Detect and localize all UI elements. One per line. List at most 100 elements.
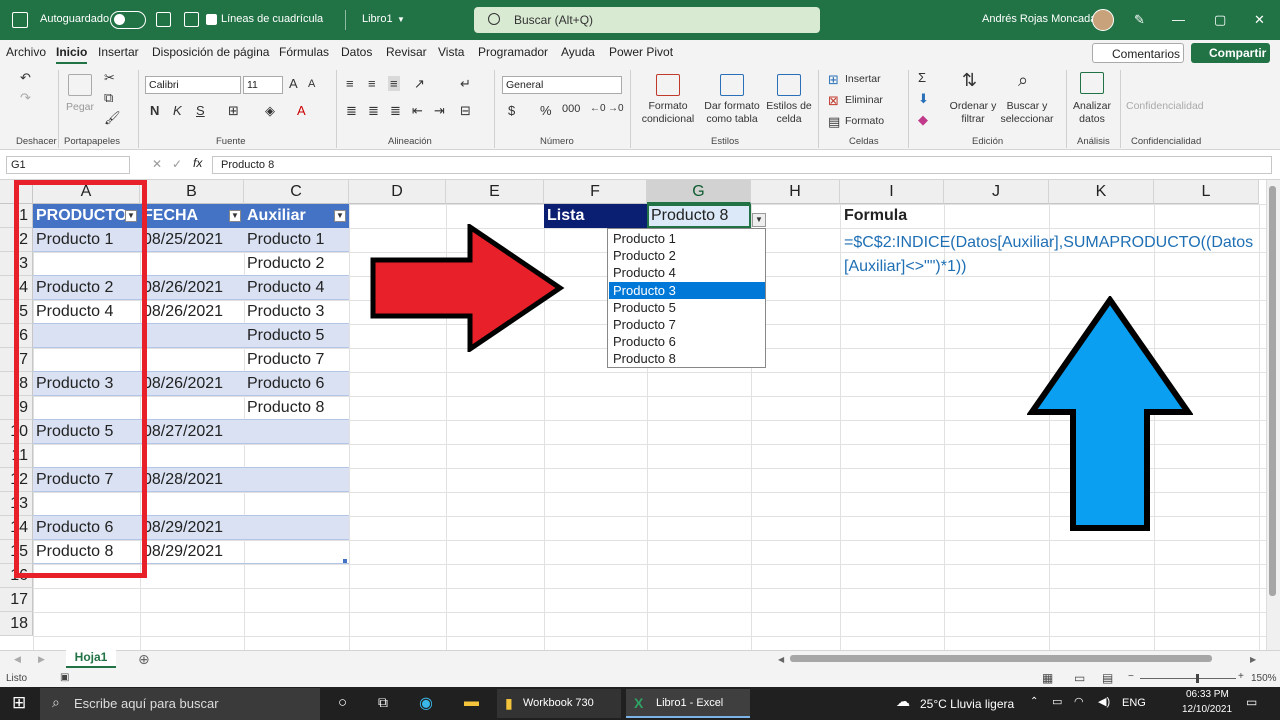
search-box[interactable]: Buscar (Alt+Q) — [474, 7, 820, 33]
indent-icon[interactable]: ⇤ — [412, 103, 423, 119]
column-header-j[interactable]: J — [944, 180, 1049, 204]
italic-icon[interactable]: K — [173, 103, 182, 118]
paste-label[interactable]: Pegar — [66, 101, 94, 114]
user-name[interactable]: Andrés Rojas Moncada — [982, 13, 1096, 25]
sheet-tab-hoja1[interactable]: Hoja1 — [66, 648, 116, 668]
copy-icon[interactable]: ⧉ — [104, 90, 113, 106]
name-box[interactable]: G1 — [6, 156, 130, 174]
table-cell[interactable]: 08/29/2021 — [140, 540, 244, 564]
normal-view-icon[interactable]: ▦ — [1042, 671, 1053, 685]
menu-power-pivot[interactable]: Power Pivot — [609, 45, 673, 59]
close-icon[interactable]: ✕ — [1254, 12, 1265, 28]
column-header-d[interactable]: D — [349, 180, 446, 204]
insert-cells-label[interactable]: Insertar — [845, 73, 881, 86]
vertical-scroll-thumb[interactable] — [1269, 186, 1276, 596]
table-cell[interactable] — [140, 252, 244, 276]
validation-dropdown-list[interactable]: Producto 1 Producto 2 Producto 4 Producto 3… — [607, 228, 766, 368]
cortana-icon[interactable]: ○ — [338, 694, 347, 711]
table-cell[interactable] — [140, 396, 244, 420]
add-sheet-icon[interactable]: ⊕ — [138, 651, 150, 668]
find-select-icon[interactable]: ⌕ — [1018, 70, 1028, 91]
percent-icon[interactable]: % — [540, 103, 552, 118]
table-cell[interactable]: Producto 6 — [244, 372, 349, 396]
document-name[interactable]: Libro1 — [362, 13, 393, 25]
decrease-decimal-icon[interactable]: →0 — [608, 103, 624, 114]
chevron-down-icon[interactable]: ▼ — [397, 15, 405, 24]
sort-filter-icon[interactable]: ⇅ — [962, 70, 977, 91]
menu-datos[interactable]: Datos — [341, 45, 372, 59]
confidential-label[interactable]: Confidencialidad — [1126, 100, 1204, 113]
filter-button-icon[interactable]: ▼ — [334, 210, 346, 222]
dropdown-option[interactable]: Producto 6 — [609, 333, 765, 350]
horizontal-scroll-thumb[interactable] — [790, 655, 1212, 662]
page-break-icon[interactable]: ▤ — [1102, 671, 1113, 685]
table-cell[interactable]: Producto 3 — [244, 300, 349, 324]
menu-inicio[interactable]: Inicio — [56, 45, 88, 64]
table-cell[interactable]: Producto 5 — [244, 324, 349, 348]
row-header-18[interactable]: 18 — [0, 612, 33, 636]
taskbar-app-workbook[interactable]: ▮ Workbook 730 — [497, 689, 621, 718]
menu-ayuda[interactable]: Ayuda — [561, 45, 595, 59]
sort-filter-label[interactable]: Ordenar y filtrar — [948, 100, 998, 126]
dropdown-option[interactable]: Producto 3 — [609, 281, 765, 299]
weather-label[interactable]: 25°C Lluvia ligera — [920, 697, 1014, 711]
menu-archivo[interactable]: Archivo — [6, 45, 46, 59]
undo-icon[interactable]: ↶ — [20, 70, 31, 86]
function-icon[interactable]: fx — [193, 156, 202, 170]
column-header-k[interactable]: K — [1049, 180, 1154, 204]
formula-input[interactable]: Producto 8 — [212, 156, 1272, 174]
comments-button[interactable]: Comentarios — [1092, 43, 1184, 63]
network-icon[interactable]: ▭ — [1052, 695, 1062, 708]
scroll-right-icon[interactable]: ▶ — [1250, 655, 1256, 664]
format-painter-icon[interactable]: 🖌 — [104, 110, 121, 126]
avatar[interactable] — [1092, 9, 1114, 31]
conditional-format-label[interactable]: Formato condicional — [637, 100, 699, 126]
edge-icon[interactable]: ◉ — [419, 693, 433, 713]
align-bottom-icon[interactable]: ≡ — [388, 76, 400, 91]
table-cell[interactable] — [140, 492, 244, 516]
dropdown-option[interactable]: Producto 1 — [609, 230, 765, 247]
file-explorer-icon[interactable]: ▬ — [464, 693, 479, 710]
delete-cells-icon[interactable]: ⊠ — [828, 93, 839, 109]
zoom-in-icon[interactable]: + — [1238, 671, 1244, 682]
outdent-icon[interactable]: ⇥ — [434, 103, 445, 119]
accessibility-icon[interactable]: ▣ — [60, 672, 69, 683]
borders-icon[interactable]: ⊞ — [228, 103, 239, 119]
shrink-font-icon[interactable]: A — [308, 78, 315, 90]
font-color-icon[interactable]: A — [297, 103, 306, 118]
delete-cells-label[interactable]: Eliminar — [845, 94, 883, 107]
maximize-icon[interactable]: ▢ — [1214, 12, 1226, 28]
format-table-label[interactable]: Dar formato como tabla — [700, 100, 764, 126]
orientation-icon[interactable]: ↗ — [414, 76, 425, 92]
table-cell[interactable]: Producto 7 — [244, 348, 349, 372]
format-cells-icon[interactable]: ▤ — [828, 114, 840, 130]
table-cell[interactable]: Producto 8 — [244, 396, 349, 420]
format-cells-label[interactable]: Formato — [845, 115, 884, 128]
pen-icon[interactable]: ✎ — [1134, 12, 1145, 28]
menu-disposicion[interactable]: Disposición de página — [152, 45, 269, 59]
menu-vista[interactable]: Vista — [438, 45, 464, 59]
comma-style-icon[interactable]: 000 — [562, 103, 580, 115]
find-select-label[interactable]: Buscar y seleccionar — [997, 100, 1057, 126]
taskbar-app-excel[interactable]: X Libro1 - Excel — [626, 689, 750, 718]
language-indicator[interactable]: ENG — [1122, 697, 1146, 709]
zoom-slider[interactable] — [1140, 678, 1236, 679]
autosum-icon[interactable]: Σ — [918, 70, 926, 85]
table-header-cell[interactable]: FECHA ▼ — [140, 204, 244, 228]
scroll-left-icon[interactable]: ◀ — [778, 655, 784, 664]
gridlines-checkbox[interactable] — [206, 14, 217, 25]
dropdown-arrow-icon[interactable]: ▼ — [752, 213, 766, 227]
table-cell[interactable] — [244, 468, 349, 492]
menu-formulas[interactable]: Fórmulas — [279, 45, 329, 59]
table-cell[interactable] — [244, 444, 349, 468]
task-view-icon[interactable]: ⧉ — [378, 694, 388, 711]
cell-styles-label[interactable]: Estilos de celda — [765, 100, 813, 126]
share-button[interactable]: Compartir — [1191, 43, 1270, 63]
number-icon[interactable] — [184, 12, 199, 27]
cell-styles-icon[interactable] — [777, 74, 801, 96]
bold-icon[interactable]: N — [150, 103, 159, 118]
table-cell[interactable] — [140, 444, 244, 468]
tray-chevron-icon[interactable]: ⌃ — [1030, 696, 1038, 707]
volume-icon[interactable]: ◀) — [1098, 695, 1110, 708]
dropdown-option[interactable]: Producto 4 — [609, 264, 765, 281]
